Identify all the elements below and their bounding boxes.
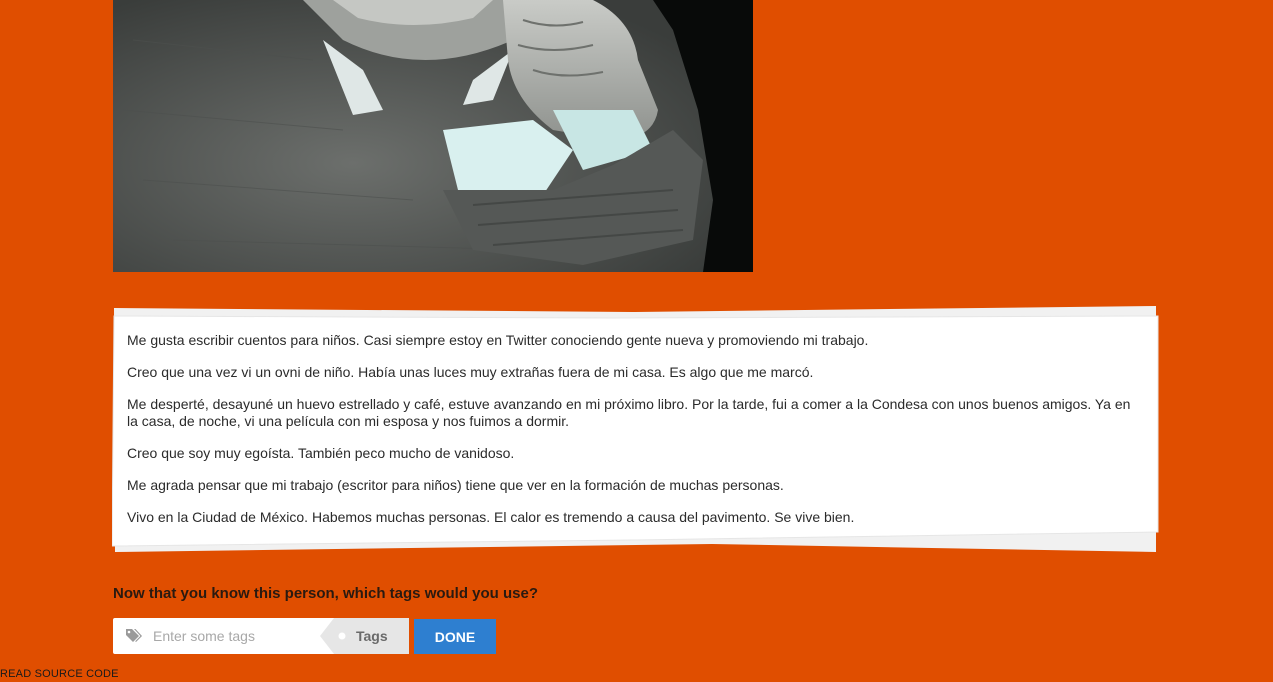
bio-paragraph: Me agrada pensar que mi trabajo (escrito…: [127, 477, 784, 493]
done-button[interactable]: DONE: [414, 619, 496, 654]
tag-input[interactable]: [153, 626, 323, 646]
tags-icon: [125, 628, 143, 644]
bio-card: Me gusta escribir cuentos para niños. Ca…: [112, 306, 1159, 554]
bio-paragraph: Me desperté, desayuné un huevo estrellad…: [127, 396, 1131, 429]
bio-paragraph: Vivo en la Ciudad de México. Habemos muc…: [127, 509, 855, 525]
page: Me gusta escribir cuentos para niños. Ca…: [0, 0, 1273, 682]
bio-text: Me gusta escribir cuentos para niños. Ca…: [127, 332, 1142, 541]
bio-paragraph: Creo que una vez vi un ovni de niño. Hab…: [127, 364, 814, 380]
tag-input-box[interactable]: Tags: [113, 618, 409, 654]
tag-question: Now that you know this person, which tag…: [113, 585, 539, 602]
bio-paragraph: Me gusta escribir cuentos para niños. Ca…: [127, 332, 869, 348]
bio-paragraph: Creo que soy muy egoísta. También peco m…: [127, 445, 515, 461]
read-source-code-link[interactable]: READ SOURCE CODE: [0, 668, 119, 680]
tags-label-badge: Tags: [320, 618, 409, 654]
profile-photo: [113, 0, 753, 272]
tags-label: Tags: [356, 628, 388, 644]
